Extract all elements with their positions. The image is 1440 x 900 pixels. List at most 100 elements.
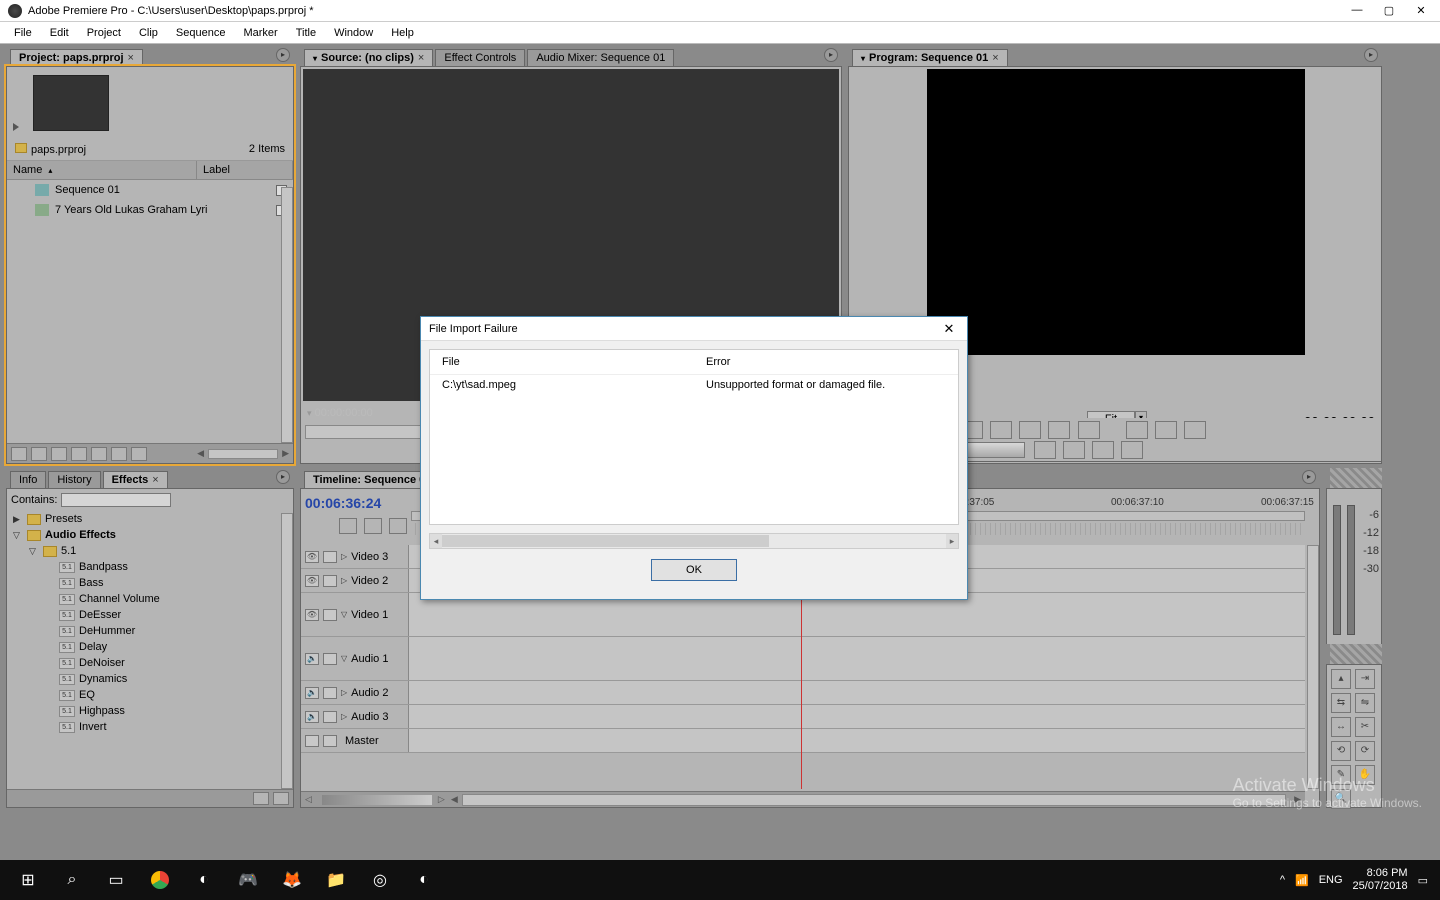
source-tab[interactable]: ▾Source: (no clips)× [304, 49, 433, 66]
explorer-icon[interactable]: 📁 [316, 864, 356, 896]
audio-mixer-tab[interactable]: Audio Mixer: Sequence 01 [527, 49, 674, 66]
lock-icon[interactable] [323, 575, 337, 587]
track-select-tool[interactable]: ⇥ [1355, 669, 1375, 689]
search-button[interactable]: ⌕ [52, 864, 92, 896]
goto-out-button[interactable] [1078, 421, 1100, 439]
project-item[interactable]: Sequence 01 [7, 180, 293, 200]
steam-icon[interactable]: ◐ [184, 864, 224, 896]
eye-icon[interactable]: 👁 [305, 551, 319, 563]
extract-button[interactable] [1092, 441, 1114, 459]
new-bin-icon[interactable] [253, 792, 269, 805]
clock[interactable]: 8:06 PM 25/07/2018 [1353, 867, 1408, 893]
tray-chevron-icon[interactable]: ^ [1280, 874, 1285, 886]
effects-tree[interactable]: ▶Presets▽Audio Effects▽5.15.1Bandpass5.1… [7, 511, 293, 791]
marker-button[interactable] [364, 518, 382, 534]
twirl-icon[interactable]: ▽ [341, 610, 347, 619]
network-icon[interactable]: 📶 [1295, 874, 1309, 887]
history-tab[interactable]: History [48, 471, 100, 488]
start-button[interactable]: ⊞ [8, 864, 48, 896]
effect-controls-tab[interactable]: Effect Controls [435, 49, 525, 66]
track-lane[interactable] [409, 729, 1305, 752]
vertical-scrollbar[interactable] [281, 513, 293, 789]
track-lane[interactable] [409, 681, 1305, 704]
info-tab[interactable]: Info [10, 471, 46, 488]
close-icon[interactable]: × [128, 52, 134, 64]
menu-project[interactable]: Project [79, 25, 129, 41]
lock-icon[interactable] [323, 711, 337, 723]
track-lane[interactable] [409, 637, 1305, 680]
tree-effect[interactable]: 5.1Bass [9, 575, 293, 591]
track-header[interactable]: 🔈▽Audio 1 [301, 637, 409, 680]
tree-folder[interactable]: ▽Audio Effects [9, 527, 293, 543]
play-icon[interactable] [13, 123, 19, 131]
speaker-icon[interactable]: 🔈 [305, 653, 319, 665]
new-bin-icon[interactable] [91, 447, 107, 461]
track-header[interactable]: 🔈▷Audio 2 [301, 681, 409, 704]
tree-effect[interactable]: 5.1EQ [9, 687, 293, 703]
dialog-ok-button[interactable]: OK [651, 559, 737, 581]
lock-icon[interactable] [323, 653, 337, 665]
minimize-button[interactable]: — [1350, 4, 1364, 17]
effects-tab[interactable]: Effects× [103, 471, 168, 488]
premiere-icon[interactable]: ◎ [360, 864, 400, 896]
twirl-icon[interactable]: ▷ [341, 712, 347, 721]
automate-icon[interactable] [51, 447, 67, 461]
step-fwd-button[interactable] [1048, 421, 1070, 439]
panel-menu-icon[interactable]: ▸ [824, 48, 838, 62]
panel-menu-icon[interactable]: ▸ [1364, 48, 1378, 62]
firefox-icon[interactable]: 🦊 [272, 864, 312, 896]
slide-tool[interactable]: ⟳ [1355, 741, 1375, 761]
col-name[interactable]: Name▴ [7, 161, 197, 179]
menu-window[interactable]: Window [326, 25, 381, 41]
safe-margins-button[interactable] [1155, 421, 1177, 439]
track-header[interactable]: 👁▷Video 3 [301, 545, 409, 568]
horizontal-scrollbar[interactable] [462, 794, 1286, 806]
menu-edit[interactable]: Edit [42, 25, 77, 41]
menu-sequence[interactable]: Sequence [168, 25, 234, 41]
trash-button[interactable] [1121, 441, 1143, 459]
tree-effect[interactable]: 5.1DeEsser [9, 607, 293, 623]
list-view-icon[interactable] [11, 447, 27, 461]
lock-icon[interactable] [323, 687, 337, 699]
loop-button[interactable] [1126, 421, 1148, 439]
panel-menu-icon[interactable]: ▸ [276, 48, 290, 62]
eye-icon[interactable] [305, 735, 319, 747]
track-header[interactable]: 👁▽Video 1 [301, 593, 409, 636]
icon-view-icon[interactable] [31, 447, 47, 461]
razor-tool[interactable]: ✂ [1355, 717, 1375, 737]
task-view-button[interactable]: ▭ [96, 864, 136, 896]
timeline-track[interactable]: 🔈▽Audio 1 [301, 637, 1305, 681]
speaker-icon[interactable]: 🔈 [305, 711, 319, 723]
menu-clip[interactable]: Clip [131, 25, 166, 41]
tool-button[interactable] [389, 518, 407, 534]
track-header[interactable]: Master [301, 729, 409, 752]
jog-button[interactable] [1034, 441, 1056, 459]
twirl-icon[interactable]: ▽ [341, 654, 347, 663]
menu-file[interactable]: File [6, 25, 40, 41]
tree-effect[interactable]: 5.1Bandpass [9, 559, 293, 575]
dialog-scrollbar[interactable]: ◂ ▸ [429, 533, 959, 549]
trash-icon[interactable] [273, 792, 289, 805]
horizontal-scrollbar[interactable] [208, 449, 278, 459]
vertical-scrollbar[interactable] [1307, 545, 1319, 789]
twirl-icon[interactable]: ▷ [341, 552, 347, 561]
tree-effect[interactable]: 5.1Highpass [9, 703, 293, 719]
play-button[interactable] [1019, 421, 1041, 439]
maximize-button[interactable]: ▢ [1382, 4, 1396, 17]
program-tab[interactable]: ▾Program: Sequence 01× [852, 49, 1008, 66]
lift-button[interactable] [1063, 441, 1085, 459]
system-tray[interactable]: ^ 📶 ENG 8:06 PM 25/07/2018 ▭ [1280, 867, 1434, 893]
eye-icon[interactable]: 👁 [305, 575, 319, 587]
track-lane[interactable] [409, 705, 1305, 728]
selection-tool[interactable]: ▴ [1331, 669, 1351, 689]
zoom-slider[interactable] [322, 795, 432, 805]
dialog-close-button[interactable]: ✕ [939, 321, 959, 337]
tree-effect[interactable]: 5.1Delay [9, 639, 293, 655]
tree-effect[interactable]: 5.1Invert [9, 719, 293, 735]
track-header[interactable]: 👁▷Video 2 [301, 569, 409, 592]
project-item[interactable]: 7 Years Old Lukas Graham Lyri [7, 200, 293, 220]
timeline-track[interactable]: 🔈▷Audio 2 [301, 681, 1305, 705]
rate-tool[interactable]: ↔ [1331, 717, 1351, 737]
close-button[interactable]: ✕ [1414, 4, 1428, 17]
vertical-scrollbar[interactable] [281, 187, 293, 443]
